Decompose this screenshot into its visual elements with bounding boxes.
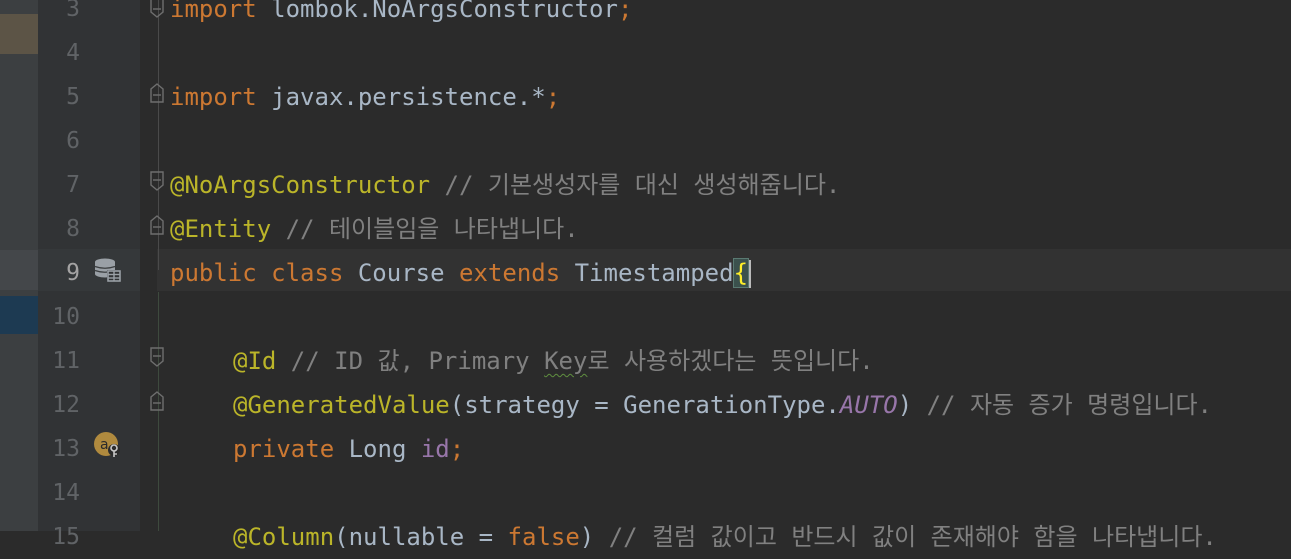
import-path: javax.persistence.* — [271, 83, 546, 111]
field-name: id — [420, 435, 450, 463]
class-name: Course — [357, 259, 460, 287]
line-number: 6 — [66, 128, 80, 154]
code-line-15[interactable]: @Column(nullable = false) // 컬럼 값이고 반드시 … — [233, 515, 1217, 559]
line-number: 15 — [52, 524, 80, 550]
annotation: @GeneratedValue — [233, 391, 450, 419]
fold-end-icon[interactable] — [149, 215, 165, 235]
annotation: @Id — [233, 347, 277, 375]
comment: // 테이블임을 나타냅니다. — [271, 215, 579, 243]
enum-constant: AUTO — [839, 391, 898, 419]
type-name: Long — [348, 435, 421, 463]
annotation: @Column — [233, 523, 335, 551]
line-number-current: 9 — [66, 260, 80, 286]
selection-marker — [0, 296, 38, 334]
code-line-13[interactable]: private Long id; — [233, 427, 464, 471]
line-number: 3 — [66, 0, 80, 22]
autogenerated-id-icon[interactable]: a — [93, 431, 123, 459]
text-caret — [749, 260, 752, 288]
code-line-3[interactable]: import lombok.NoArgsConstructor; — [170, 0, 632, 31]
line-number: 4 — [66, 40, 80, 66]
line-number: 8 — [66, 216, 80, 242]
keyword: extends — [459, 259, 575, 287]
annotation: @NoArgsConstructor — [170, 171, 431, 199]
fold-end-icon[interactable] — [149, 0, 165, 18]
code-line-9[interactable]: public class Course extends Timestamped{ — [170, 251, 752, 295]
code-line-8[interactable]: @Entity // 테이블임을 나타냅니다. — [170, 207, 579, 251]
keyword: public — [170, 259, 272, 287]
fold-end-icon[interactable] — [149, 391, 165, 411]
annotation-args: (strategy = GenerationType. — [449, 391, 840, 419]
line-number: 14 — [52, 480, 80, 506]
comment: // 컬럼 값이고 반드시 값이 존재해야 함을 나타냅니다. — [594, 523, 1217, 551]
matched-brace: { — [732, 258, 750, 288]
keyword: false — [507, 523, 580, 551]
indent-guide — [158, 292, 159, 531]
semicolon: ; — [617, 0, 633, 23]
keyword: private — [233, 435, 349, 463]
keyword: import — [170, 83, 272, 111]
gutter-marker — [0, 250, 38, 290]
line-number: 12 — [52, 392, 80, 418]
line-number: 10 — [52, 304, 80, 330]
database-table-icon[interactable] — [94, 257, 122, 283]
code-line-11[interactable]: @Id // ID 값, Primary Key로 사용하겠다는 뜻입니다. — [233, 339, 874, 383]
parent-class: Timestamped — [574, 259, 734, 287]
code-line-7[interactable]: @NoArgsConstructor // 기본생성자를 대신 생성해줍니다. — [170, 163, 840, 207]
comment: // ID 값, Primary — [276, 347, 545, 375]
comment: // 기본생성자를 대신 생성해줍니다. — [430, 171, 841, 199]
line-number: 7 — [66, 172, 80, 198]
fold-end-icon[interactable] — [149, 83, 165, 103]
line-number: 5 — [66, 84, 80, 110]
fold-start-icon[interactable] — [149, 347, 165, 367]
semicolon: ; — [545, 83, 561, 111]
comment: 로 사용하겠다는 뜻입니다. — [587, 347, 874, 375]
typo-word: Key — [544, 347, 588, 375]
code-line-5[interactable]: import javax.persistence.*; — [170, 75, 560, 119]
paren: ) — [897, 391, 913, 419]
paren: ) — [579, 523, 595, 551]
keyword: import — [170, 0, 272, 23]
svg-text:a: a — [100, 437, 109, 453]
semicolon: ; — [449, 435, 465, 463]
keyword: class — [271, 259, 358, 287]
comment: // 자동 증가 명령입니다. — [912, 391, 1213, 419]
annotation-args: (nullable = — [334, 523, 508, 551]
code-line-12[interactable]: @GeneratedValue(strategy = GenerationTyp… — [233, 383, 1212, 427]
fold-start-icon[interactable] — [149, 171, 165, 191]
line-number: 11 — [52, 348, 80, 374]
line-number: 13 — [52, 436, 80, 462]
bookmark-marker — [0, 14, 38, 54]
import-path: lombok.NoArgsConstructor — [271, 0, 618, 23]
annotation: @Entity — [170, 215, 272, 243]
